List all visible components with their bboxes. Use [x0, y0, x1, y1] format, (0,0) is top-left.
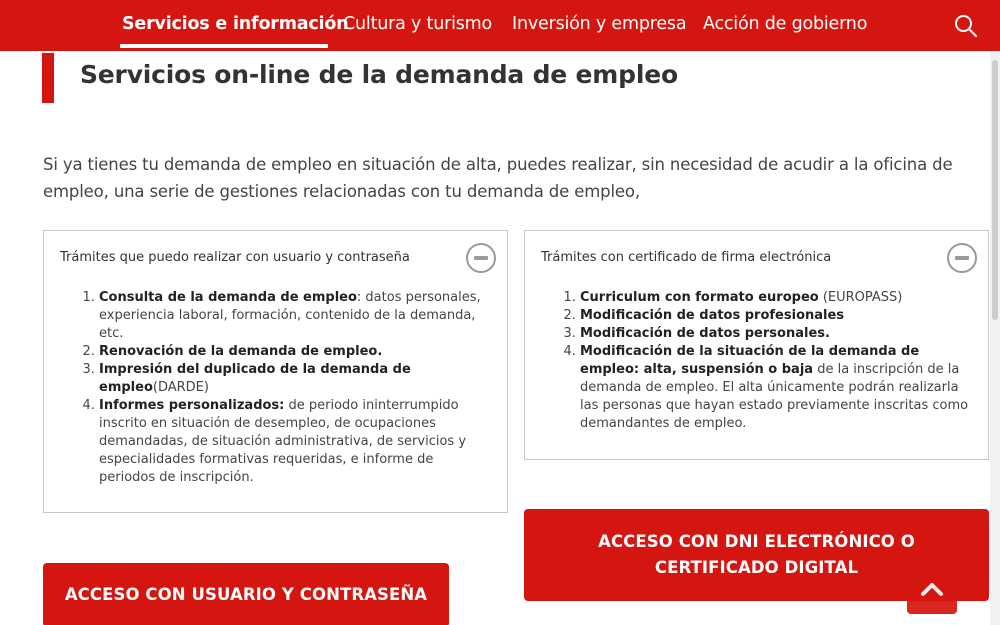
nav-item-servicios[interactable]: Servicios e información: [122, 14, 349, 34]
list-item: Impresión del duplicado de la demanda de…: [99, 361, 489, 397]
item-strong: Modificación de datos personales.: [580, 326, 830, 341]
item-strong: Informes personalizados:: [99, 398, 285, 413]
user-access-button[interactable]: ACCESO CON USUARIO Y CONTRASEÑA: [43, 563, 449, 625]
active-nav-indicator: [120, 44, 328, 48]
back-to-top-button[interactable]: [907, 564, 957, 614]
list-item: Curriculum con formato europeo (EUROPASS…: [580, 289, 970, 307]
chevron-up-icon: [921, 583, 943, 596]
procedures-list: Consulta de la demanda de empleo: datos …: [99, 289, 489, 487]
list-item: Informes personalizados: de periodo inin…: [99, 397, 489, 487]
list-item: Consulta de la demanda de empleo: datos …: [99, 289, 489, 343]
panel-heading: Trámites que puedo realizar con usuario …: [60, 250, 410, 265]
collapse-icon[interactable]: [466, 243, 496, 273]
list-item: Modificación de datos profesionales: [580, 307, 970, 325]
panel-certificate: Trámites con certificado de firma electr…: [524, 230, 989, 460]
item-strong: Curriculum con formato europeo: [580, 290, 819, 305]
intro-paragraph: Si ya tienes tu demanda de empleo en sit…: [43, 155, 953, 201]
title-accent-bar: [42, 53, 54, 103]
item-strong: Modificación de datos profesionales: [580, 308, 845, 323]
list-item: Renovación de la demanda de empleo.: [99, 343, 489, 361]
item-strong: Impresión del duplicado de la demanda de…: [99, 362, 411, 395]
item-text: (EUROPASS): [818, 290, 903, 305]
item-strong: Consulta de la demanda de empleo: [99, 290, 357, 305]
collapse-icon[interactable]: [947, 243, 977, 273]
item-strong: Renovación de la demanda de empleo.: [99, 344, 383, 359]
procedures-list: Curriculum con formato europeo (EUROPASS…: [580, 289, 970, 433]
top-navigation: Servicios e información Cultura y turism…: [0, 0, 1000, 51]
panel-heading: Trámites con certificado de firma electr…: [541, 250, 832, 265]
list-item: Modificación de datos personales.: [580, 325, 970, 343]
search-icon[interactable]: [953, 13, 979, 39]
nav-item-cultura[interactable]: Cultura y turismo: [343, 14, 492, 34]
nav-item-accion-gobierno[interactable]: Acción de gobierno: [703, 14, 867, 34]
panel-user-password: Trámites que puedo realizar con usuario …: [43, 230, 508, 513]
list-item: Modificación de la situación de la deman…: [580, 343, 970, 433]
page-title: Servicios on-line de la demanda de emple…: [80, 60, 678, 89]
nav-item-inversion[interactable]: Inversión y empresa: [512, 14, 687, 34]
item-text: (DARDE): [152, 380, 209, 395]
scrollbar-thumb[interactable]: [992, 60, 998, 320]
